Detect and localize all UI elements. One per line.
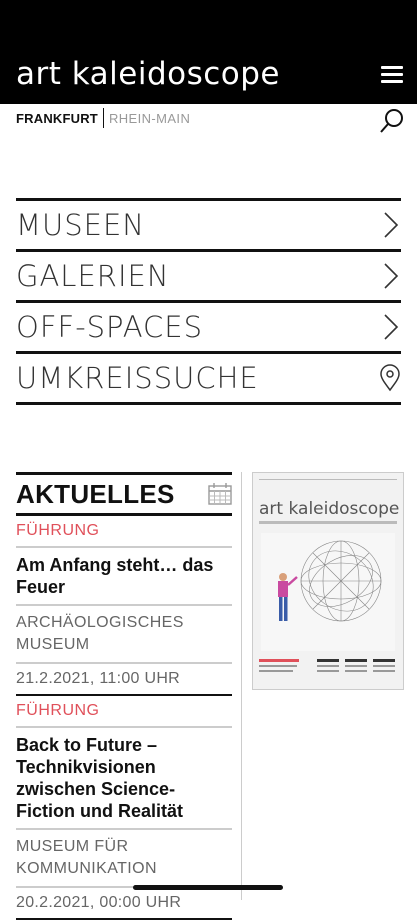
news-section: AKTUELLES FÜHRUNG Am Anfang steht… das F… bbox=[16, 472, 232, 920]
news-title: AKTUELLES bbox=[16, 478, 175, 509]
nav-item-label: MUSEEN bbox=[16, 208, 145, 242]
nav-item-umkreissuche[interactable]: UMKREISSUCHE bbox=[16, 351, 401, 405]
news-venue: MUSEUM FÜR KOMMUNIKATION bbox=[16, 830, 232, 888]
nav-item-label: GALERIEN bbox=[16, 259, 170, 293]
app-header: art kaleidoscope bbox=[0, 0, 417, 104]
location-divider bbox=[102, 108, 104, 128]
magazine-footer bbox=[259, 659, 395, 672]
location-region[interactable]: RHEIN-MAIN bbox=[109, 111, 190, 126]
home-indicator[interactable] bbox=[133, 885, 283, 890]
column-divider bbox=[241, 472, 242, 900]
news-type: FÜHRUNG bbox=[16, 516, 232, 548]
calendar-icon[interactable] bbox=[208, 483, 232, 505]
magazine-title: art kaleidoscope bbox=[259, 499, 400, 519]
news-type: FÜHRUNG bbox=[16, 696, 232, 728]
news-venue: ARCHÄOLOGISCHES MUSEUM bbox=[16, 606, 232, 664]
news-header: AKTUELLES bbox=[16, 472, 232, 516]
magazine-topline bbox=[259, 479, 397, 484]
chevron-right-icon bbox=[384, 212, 399, 238]
hamburger-menu-icon[interactable] bbox=[381, 66, 403, 84]
nav-item-museen[interactable]: MUSEEN bbox=[16, 198, 401, 249]
news-date: 20.2.2021, 00:00 UHR bbox=[16, 888, 232, 920]
chevron-right-icon bbox=[384, 314, 399, 340]
news-headline[interactable]: Am Anfang steht… das Feuer bbox=[16, 548, 232, 606]
chevron-right-icon bbox=[384, 263, 399, 289]
app-title: art kaleidoscope bbox=[16, 56, 281, 92]
nav-item-off-spaces[interactable]: OFF-SPACES bbox=[16, 300, 401, 351]
category-nav: MUSEEN GALERIEN OFF-SPACES UMKREISSUCHE bbox=[16, 198, 401, 405]
nav-item-label: OFF-SPACES bbox=[16, 310, 204, 344]
location-pin-icon bbox=[380, 364, 400, 392]
magazine-subtitle-bar bbox=[259, 521, 397, 524]
search-icon[interactable] bbox=[379, 108, 405, 134]
magazine-artwork bbox=[261, 533, 395, 651]
nav-item-galerien[interactable]: GALERIEN bbox=[16, 249, 401, 300]
nav-item-label: UMKREISSUCHE bbox=[16, 361, 259, 395]
magazine-cover[interactable]: art kaleidoscope bbox=[252, 472, 404, 690]
news-item[interactable]: FÜHRUNG Am Anfang steht… das Feuer ARCHÄ… bbox=[16, 516, 232, 696]
news-headline[interactable]: Back to Future – Technikvisionen zwische… bbox=[16, 728, 232, 830]
news-date: 21.2.2021, 11:00 UHR bbox=[16, 664, 232, 696]
location-selector[interactable]: FRANKFURT RHEIN-MAIN bbox=[16, 108, 190, 128]
location-city[interactable]: FRANKFURT bbox=[16, 111, 98, 126]
